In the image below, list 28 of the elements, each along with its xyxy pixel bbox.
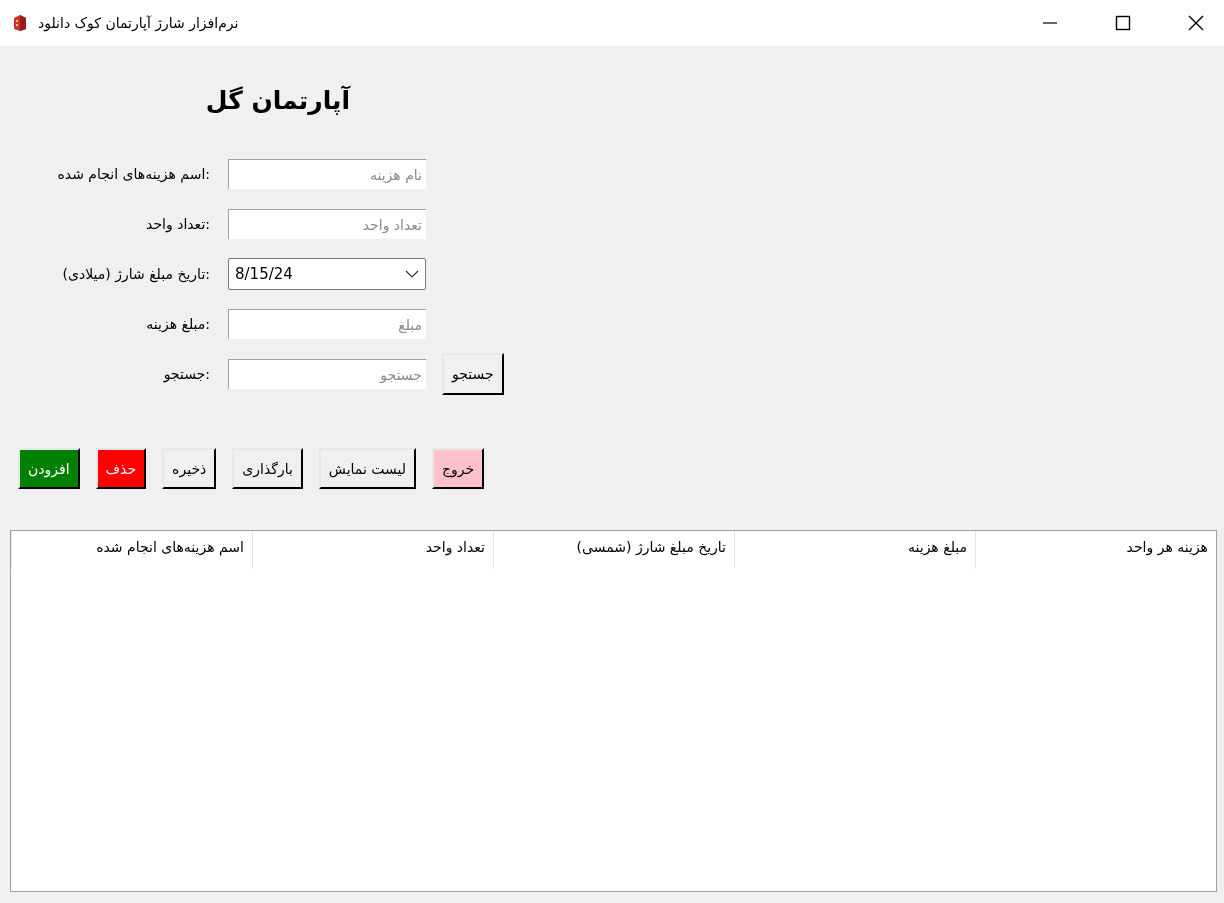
maximize-icon[interactable] [1115, 15, 1131, 31]
column-header[interactable]: تعداد واحد [252, 531, 493, 569]
action-button[interactable]: حذف [95, 448, 147, 489]
input-field[interactable]: تعداد واحد [228, 209, 426, 239]
action-button[interactable]: خروج [432, 448, 485, 489]
field-label: :مبلغ هزینه [145, 316, 211, 332]
field-label: :جستجو [162, 366, 211, 382]
close-icon[interactable] [1188, 15, 1204, 31]
field-label: :تاریخ مبلغ شارژ (میلادی) [61, 266, 211, 282]
column-header[interactable]: اسم هزینه‌های انجام شده [11, 531, 252, 569]
column-header[interactable]: تاریخ مبلغ شارژ (شمسی) [493, 531, 734, 569]
action-button[interactable]: لیست نمایش [318, 448, 417, 489]
date-picker[interactable]: 8/15/24 [228, 258, 426, 290]
search-field[interactable]: جستجو [228, 359, 426, 389]
input-field[interactable]: مبلغ [228, 309, 426, 339]
field-label: :اسم هزینه‌های انجام شده [56, 166, 211, 182]
search-button[interactable]: جستجو [442, 353, 504, 395]
action-button[interactable]: ذخیره [162, 448, 217, 489]
action-button[interactable]: بارگذاری [232, 448, 303, 489]
action-button[interactable]: افزودن [18, 448, 80, 489]
column-header[interactable]: هزینه هر واحد [975, 531, 1216, 569]
field-label: :تعداد واحد [145, 216, 211, 232]
column-header[interactable]: مبلغ هزینه [734, 531, 975, 569]
app-icon [12, 14, 28, 32]
window-title: نرم‌افزار شارژ آپارتمان کوک دانلود [38, 15, 239, 31]
apartment-heading: آپارتمان گل [204, 86, 350, 115]
chevron-down-icon [405, 270, 419, 278]
input-field[interactable]: نام هزینه [228, 159, 426, 189]
